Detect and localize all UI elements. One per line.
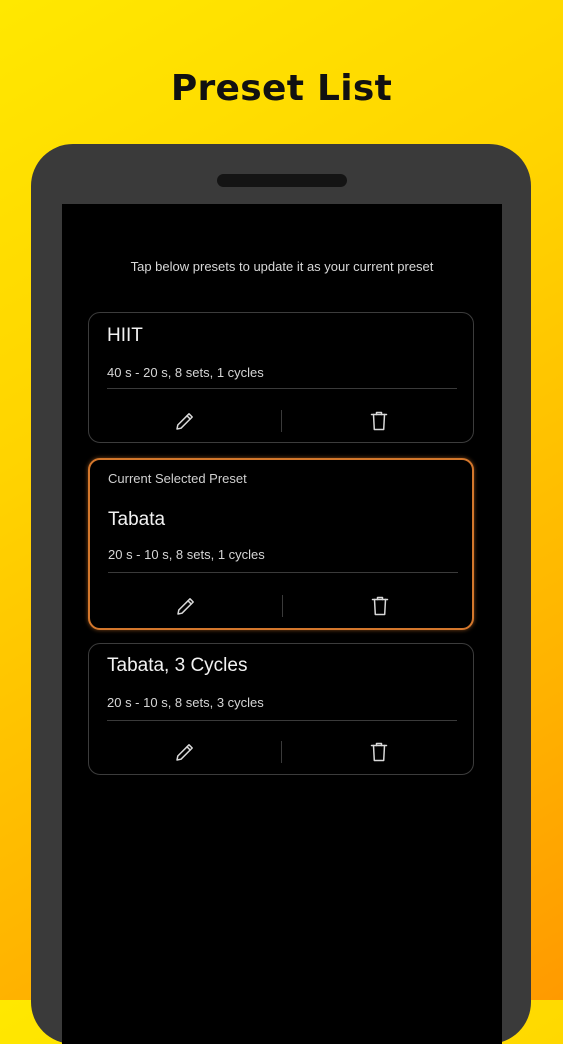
delete-button[interactable]: [364, 737, 394, 767]
edit-button[interactable]: [170, 737, 200, 767]
phone-speaker: [217, 174, 347, 187]
action-separator: [281, 410, 282, 432]
card-divider: [108, 572, 458, 573]
preset-card-hiit[interactable]: HIIT 40 s - 20 s, 8 sets, 1 cycles: [88, 312, 474, 443]
pencil-icon: [176, 413, 193, 430]
phone-frame: Tap below presets to update it as your c…: [31, 144, 531, 1044]
current-preset-caption: Current Selected Preset: [108, 471, 247, 486]
action-separator: [282, 595, 283, 617]
preset-detail: 20 s - 10 s, 8 sets, 3 cycles: [107, 695, 264, 710]
preset-detail: 20 s - 10 s, 8 sets, 1 cycles: [108, 547, 265, 562]
action-separator: [281, 741, 282, 763]
card-divider: [107, 388, 457, 389]
preset-card-tabata[interactable]: Current Selected Preset Tabata 20 s - 10…: [88, 458, 474, 630]
preset-name: HIIT: [107, 325, 143, 346]
preset-card-tabata-3-cycles[interactable]: Tabata, 3 Cycles 20 s - 10 s, 8 sets, 3 …: [88, 643, 474, 775]
pencil-icon: [176, 744, 193, 761]
page-title: Preset List: [170, 68, 393, 109]
instruction-text: Tap below presets to update it as your c…: [130, 259, 434, 274]
edit-button[interactable]: [171, 591, 201, 621]
card-divider: [107, 720, 457, 721]
trash-icon: [370, 411, 388, 431]
app-screen: Tap below presets to update it as your c…: [62, 204, 502, 1044]
preset-detail: 40 s - 20 s, 8 sets, 1 cycles: [107, 365, 264, 380]
preset-name: Tabata: [108, 509, 166, 530]
trash-icon: [370, 742, 388, 762]
pencil-icon: [177, 598, 194, 615]
delete-button[interactable]: [365, 591, 395, 621]
trash-icon: [371, 596, 389, 616]
preset-name: Tabata, 3 Cycles: [107, 655, 248, 676]
delete-button[interactable]: [364, 406, 394, 436]
edit-button[interactable]: [170, 406, 200, 436]
